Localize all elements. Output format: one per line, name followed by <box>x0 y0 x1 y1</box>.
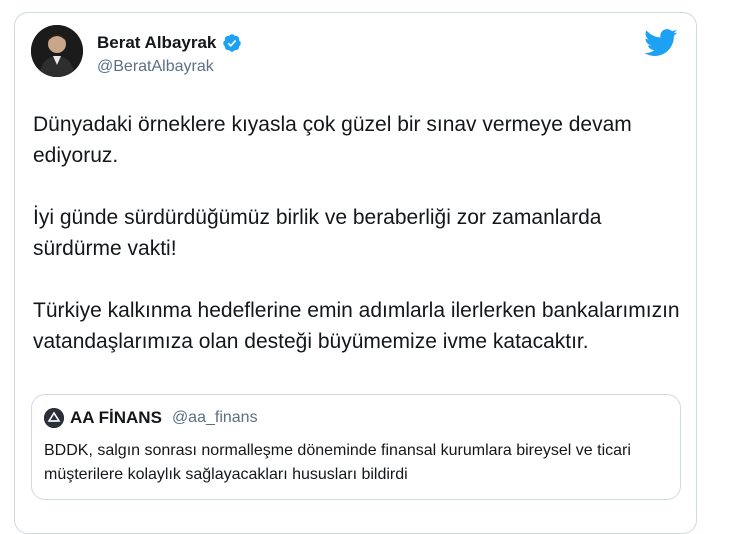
author-handle[interactable]: @BeratAlbayrak <box>97 58 214 76</box>
author-name[interactable]: Berat Albayrak <box>97 33 216 53</box>
tweet-paragraph: Dünyadaki örneklere kıyasla çok güzel bi… <box>33 113 632 167</box>
quoted-author-avatar <box>44 408 64 428</box>
quoted-author-name: AA FİNANS <box>70 408 162 427</box>
quoted-tweet-text: BDDK, salgın sonrası normalleşme dönemin… <box>44 442 631 483</box>
verified-badge-icon <box>222 33 242 53</box>
tweet-paragraph: İyi günde sürdürdüğümüz birlik ve berabe… <box>33 206 602 260</box>
author-avatar[interactable] <box>31 25 83 77</box>
twitter-bird-icon[interactable] <box>644 29 678 57</box>
tweet-body: Dünyadaki örneklere kıyasla çok güzel bi… <box>33 109 683 388</box>
tweet-card[interactable]: Berat Albayrak @BeratAlbayrak Dünyadaki … <box>14 12 697 534</box>
quoted-tweet[interactable]: AA FİNANS @aa_finans BDDK, salgın sonras… <box>31 394 681 500</box>
quoted-author-handle: @aa_finans <box>171 409 258 426</box>
tweet-paragraph: Türkiye kalkınma hedeflerine emin adımla… <box>33 299 680 353</box>
